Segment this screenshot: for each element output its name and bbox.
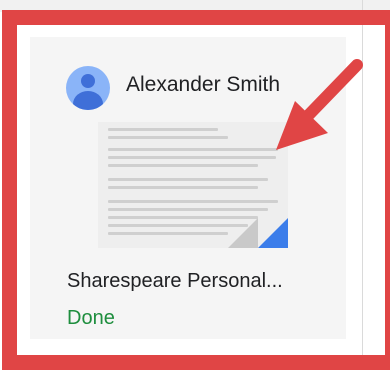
document-title[interactable]: Sharespeare Personal... bbox=[67, 270, 283, 293]
owner-name: Alexander Smith bbox=[126, 73, 281, 96]
assignment-card[interactable]: Alexander Smith Sharespeare Personal... … bbox=[30, 37, 346, 339]
page-fold-icon bbox=[228, 218, 258, 248]
document-thumbnail[interactable] bbox=[98, 122, 288, 248]
status-label: Done bbox=[67, 307, 115, 329]
person-avatar-icon bbox=[66, 66, 110, 110]
doc-corner-icon bbox=[258, 218, 288, 248]
